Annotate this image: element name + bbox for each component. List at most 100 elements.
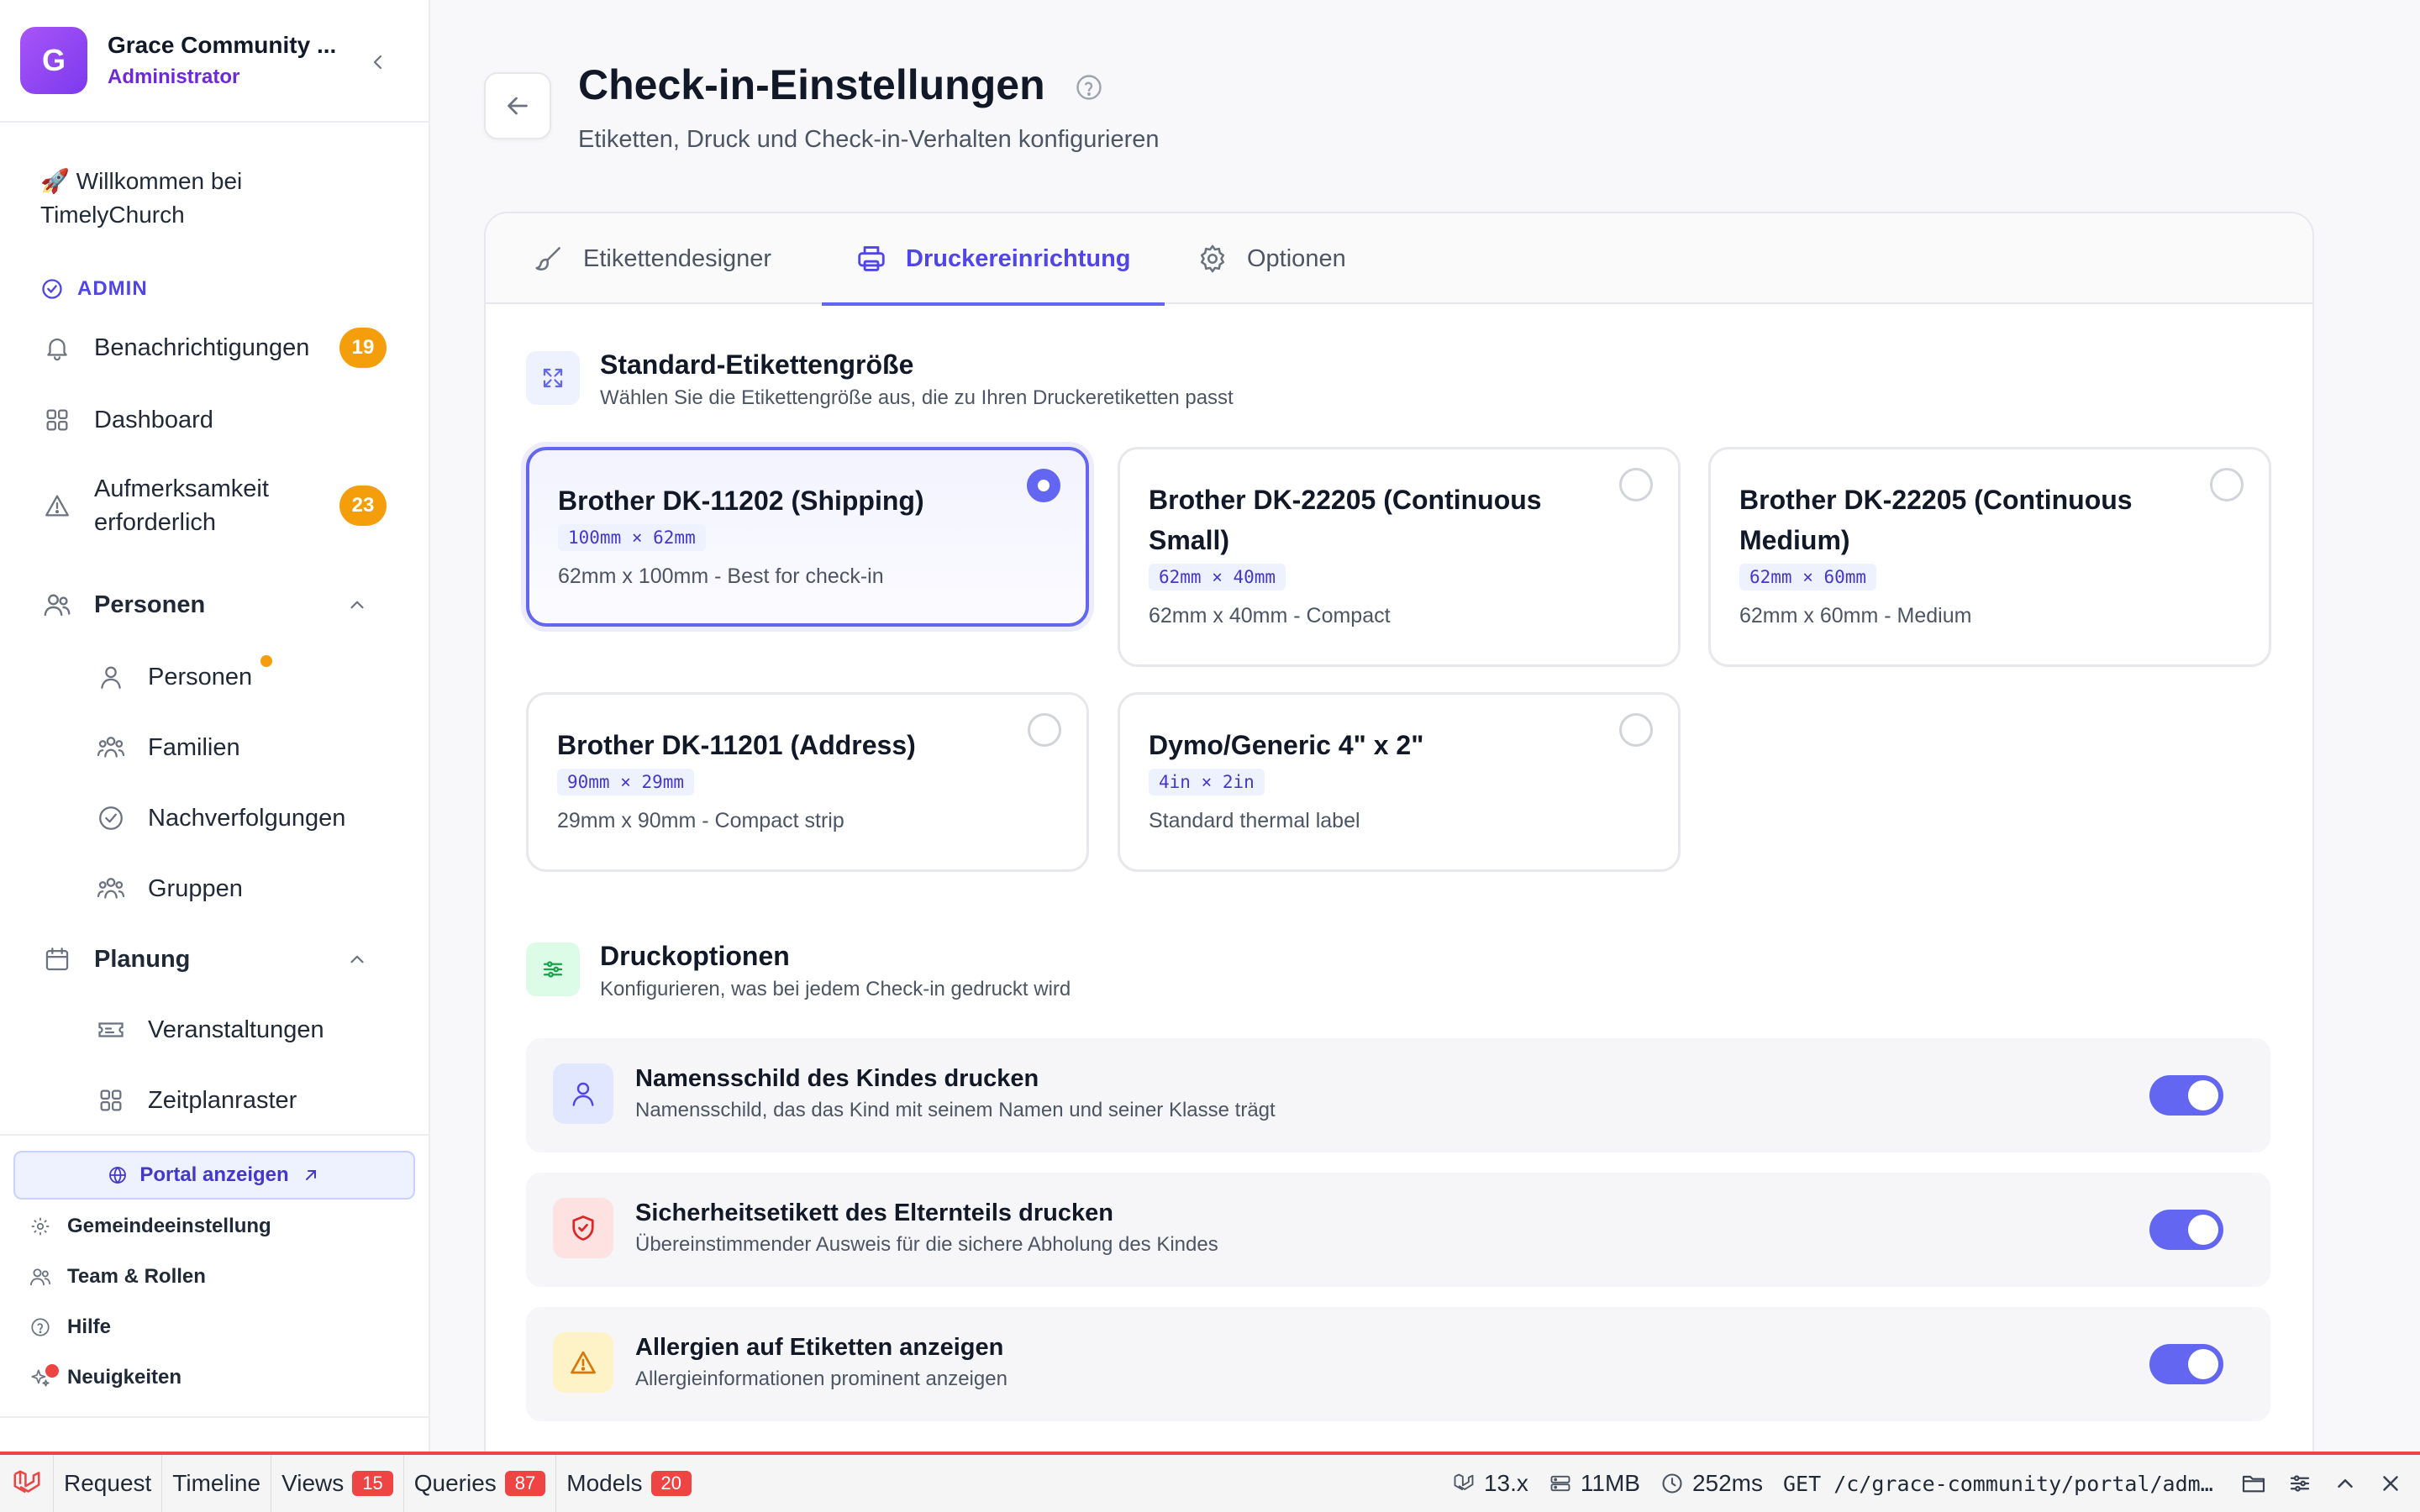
debug-tab-label: Views: [281, 1470, 345, 1496]
external-arrow-icon: [305, 1170, 316, 1180]
debug-count-badge: 87: [504, 1471, 546, 1496]
debug-tab-queries[interactable]: Queries 87: [404, 1455, 557, 1512]
label-option-radio[interactable]: [1027, 469, 1060, 502]
arrow-left-icon: [508, 97, 528, 115]
debug-stats: 13.x 11MB 252ms GET /c/grace-community/p…: [1452, 1455, 2420, 1512]
print-child-name-toggle[interactable]: [2149, 1075, 2223, 1116]
print-option-row: Namensschild des Kindes drucken Namenssc…: [526, 1038, 2270, 1152]
print-option-row: Sicherheitsetikett des Elternteils druck…: [526, 1173, 2270, 1287]
label-option-card[interactable]: Dymo/Generic 4" x 2" 4in × 2in Standard …: [1118, 692, 1681, 872]
org-role: Administrator: [108, 66, 240, 88]
people-indicator-dot: [260, 655, 272, 667]
nav-group-people[interactable]: Personen: [40, 588, 393, 622]
back-button[interactable]: [484, 72, 551, 139]
laravel-logo-icon[interactable]: [0, 1455, 54, 1512]
label-option-card[interactable]: Brother DK-22205 (Continuous Small) 62mm…: [1118, 447, 1681, 667]
nav-groups-label: Gruppen: [148, 874, 243, 902]
label-option-card[interactable]: Brother DK-11201 (Address) 90mm × 29mm 2…: [526, 692, 1089, 872]
folder-icon[interactable]: [2240, 1470, 2267, 1497]
org-name: Grace Community ...: [108, 32, 337, 58]
nav-groups[interactable]: Gruppen: [94, 872, 393, 906]
nav-attention[interactable]: Aufmerksamkeit erforderlich 23: [40, 470, 393, 541]
nav-help[interactable]: Hilfe: [27, 1314, 111, 1341]
label-option-name: Dymo/Generic 4" x 2": [1149, 730, 1424, 760]
tab-label-designer[interactable]: Etikettendesigner: [533, 213, 771, 304]
group-icon: [94, 872, 128, 906]
label-option-radio[interactable]: [1619, 468, 1653, 501]
nav-news[interactable]: Neuigkeiten: [27, 1364, 182, 1391]
welcome-link[interactable]: 🚀 Willkommen bei TimelyChurch: [40, 165, 376, 232]
debug-tab-label: Timeline: [172, 1470, 261, 1496]
org-header[interactable]: G Grace Community ... Administrator: [0, 0, 429, 123]
nav-help-label: Hilfe: [67, 1315, 112, 1338]
debug-version: 13.x: [1452, 1470, 1528, 1497]
print-option-title: Sicherheitsetikett des Elternteils druck…: [635, 1200, 1113, 1226]
label-option-desc: Standard thermal label: [1149, 809, 1360, 832]
check-badge-icon: [94, 801, 128, 835]
tab-options[interactable]: Optionen: [1197, 213, 1346, 304]
nav-group-planning[interactable]: Planung: [40, 942, 393, 976]
chevron-up-icon[interactable]: [2333, 1471, 2358, 1496]
nav-dashboard[interactable]: Dashboard: [40, 403, 393, 437]
debug-tab-timeline[interactable]: Timeline: [162, 1455, 272, 1512]
collapse-sidebar-button[interactable]: [363, 47, 393, 77]
label-option-desc: 62mm x 40mm - Compact: [1149, 604, 1391, 627]
settings-sliders-icon[interactable]: [2287, 1471, 2312, 1496]
bell-icon: [40, 331, 74, 365]
debug-tab-request[interactable]: Request: [54, 1455, 163, 1512]
shield-check-icon: [553, 1198, 613, 1258]
label-size-title: Standard-Etikettengröße: [600, 349, 914, 380]
label-option-desc: 62mm x 100mm - Best for check-in: [558, 564, 884, 588]
memory-icon: [1550, 1475, 1570, 1492]
nav-followups[interactable]: Nachverfolgungen: [94, 801, 393, 835]
gear-icon: [27, 1213, 54, 1240]
debug-tab-views[interactable]: Views 15: [271, 1455, 404, 1512]
label-option-card[interactable]: Brother DK-22205 (Continuous Medium) 62m…: [1708, 447, 2271, 667]
print-options-subtitle: Konfigurieren, was bei jedem Check-in ge…: [600, 978, 1071, 1000]
sidebar: G Grace Community ... Administrator 🚀 Wi…: [0, 0, 430, 1452]
page-subtitle: Etiketten, Druck und Check-in-Verhalten …: [578, 126, 1160, 153]
nav-events[interactable]: Veranstaltungen: [94, 1013, 393, 1047]
label-option-radio[interactable]: [1028, 713, 1061, 747]
label-option-name: Brother DK-22205 (Continuous Medium): [1739, 485, 2133, 555]
settings-panel: Etikettendesigner Druckereinrichtung Opt…: [484, 212, 2314, 1512]
print-option-row: Allergien auf Etiketten anzeigen Allergi…: [526, 1307, 2270, 1421]
debug-time: 252ms: [1660, 1470, 1763, 1497]
label-option-name: Brother DK-11201 (Address): [557, 730, 916, 760]
nav-schedule-grid[interactable]: Zeitplanraster: [94, 1084, 393, 1117]
warning-icon: [40, 489, 74, 522]
nav-church-settings[interactable]: Gemeindeeinstellung: [27, 1213, 271, 1240]
label-option-card[interactable]: Brother DK-11202 (Shipping) 100mm × 62mm…: [526, 447, 1089, 627]
nav-families[interactable]: Familien: [94, 731, 393, 764]
nav-families-label: Familien: [148, 733, 240, 761]
label-option-radio[interactable]: [1619, 713, 1653, 747]
user-icon: [553, 1063, 613, 1124]
tab-printer-setup[interactable]: Druckereinrichtung: [822, 213, 1165, 306]
view-portal-button[interactable]: Portal anzeigen: [13, 1151, 415, 1200]
nav-team-roles[interactable]: Team & Rollen: [27, 1263, 206, 1290]
print-option-title: Allergien auf Etiketten anzeigen: [635, 1334, 1004, 1361]
nav-followups-label: Nachverfolgungen: [148, 804, 346, 832]
sliders-icon: [526, 942, 580, 996]
label-option-dims: 62mm × 60mm: [1739, 564, 1877, 591]
debug-tab-label: Request: [64, 1470, 152, 1496]
label-size-subtitle: Wählen Sie die Etikettengröße aus, die z…: [600, 386, 1234, 409]
nav-people[interactable]: Personen: [94, 655, 393, 694]
debug-memory-text: 11MB: [1580, 1470, 1640, 1496]
label-option-dims: 100mm × 62mm: [558, 524, 706, 551]
help-button[interactable]: [1074, 72, 1104, 102]
notifications-badge: 19: [339, 328, 387, 368]
close-icon[interactable]: [2378, 1471, 2403, 1496]
chevron-up-icon: [350, 601, 364, 609]
label-option-radio[interactable]: [2210, 468, 2244, 501]
chevron-left-icon: [373, 55, 382, 70]
admin-section-label: ADMIN: [40, 277, 148, 301]
print-options-title: Druckoptionen: [600, 941, 790, 971]
debug-tab-models[interactable]: Models 20: [556, 1455, 702, 1512]
view-portal-label: Portal anzeigen: [139, 1163, 289, 1186]
print-option-desc: Allergieinformationen prominent anzeigen: [635, 1368, 1007, 1390]
users-icon: [27, 1263, 54, 1290]
print-parent-tag-toggle[interactable]: [2149, 1210, 2223, 1250]
nav-notifications[interactable]: Benachrichtigungen 19: [40, 328, 393, 368]
show-allergies-toggle[interactable]: [2149, 1344, 2223, 1384]
